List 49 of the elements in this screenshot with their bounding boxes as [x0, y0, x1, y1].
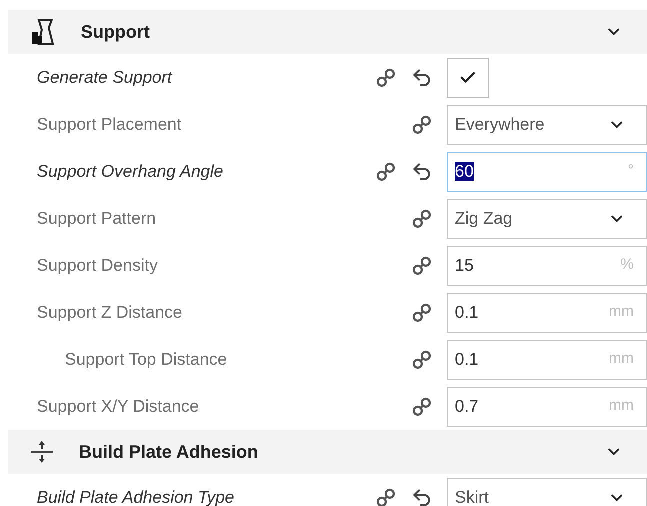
link-icon[interactable]	[375, 160, 397, 182]
section-title: Build Plate Adhesion	[79, 440, 260, 464]
number-field[interactable]: 0.1 mm	[447, 340, 647, 380]
section-title: Support	[81, 20, 151, 44]
unit-label: mm	[609, 302, 634, 322]
number-field[interactable]: 60 °	[447, 152, 647, 192]
setting-label: Support X/Y Distance	[37, 396, 200, 418]
link-icon[interactable]	[411, 254, 433, 276]
field-value: 0.1	[455, 350, 479, 369]
field-value: 15	[455, 256, 474, 275]
support-icon	[30, 18, 56, 46]
number-field[interactable]: 0.7 mm	[447, 386, 647, 426]
setting-label: Support Z Distance	[37, 302, 184, 324]
dropdown[interactable]: Skirt	[447, 478, 647, 506]
reset-icon[interactable]	[411, 160, 433, 182]
setting-label: Build Plate Adhesion Type	[37, 486, 236, 506]
unit-label: mm	[609, 396, 634, 416]
field-value: 0.1	[455, 302, 479, 322]
setting-label: Support Overhang Angle	[37, 160, 224, 183]
field-value: 0.7	[455, 396, 479, 416]
setting-label: Support Placement	[37, 114, 183, 136]
dropdown[interactable]: Zig Zag	[447, 198, 647, 238]
link-icon[interactable]	[411, 396, 433, 418]
link-icon[interactable]	[411, 302, 433, 324]
setting-label: Support Pattern	[37, 208, 158, 230]
field-value: 60	[455, 162, 474, 181]
dropdown-value: Everywhere	[455, 114, 546, 136]
reset-icon[interactable]	[411, 486, 433, 506]
setting-label: Support Top Distance	[65, 348, 228, 371]
link-icon[interactable]	[411, 208, 433, 230]
section-header[interactable]: Support	[8, 10, 647, 54]
dropdown[interactable]: Everywhere	[447, 104, 647, 144]
number-field[interactable]: 0.1 mm	[447, 292, 647, 332]
link-icon[interactable]	[375, 486, 397, 506]
link-icon[interactable]	[375, 66, 397, 88]
link-icon[interactable]	[411, 114, 433, 136]
section-header[interactable]: Build Plate Adhesion	[8, 430, 647, 474]
unit-label: %	[620, 255, 634, 276]
link-icon[interactable]	[411, 348, 433, 370]
checkbox[interactable]	[447, 58, 489, 98]
dropdown-value: Zig Zag	[455, 208, 514, 230]
number-field[interactable]: 15 %	[447, 246, 647, 286]
setting-label: Generate Support	[37, 66, 174, 89]
unit-label: °	[628, 161, 634, 182]
adhesion-icon	[30, 439, 54, 465]
reset-icon[interactable]	[411, 66, 433, 88]
setting-label: Support Density	[37, 254, 159, 277]
unit-label: mm	[609, 349, 634, 370]
dropdown-value: Skirt	[455, 486, 490, 506]
